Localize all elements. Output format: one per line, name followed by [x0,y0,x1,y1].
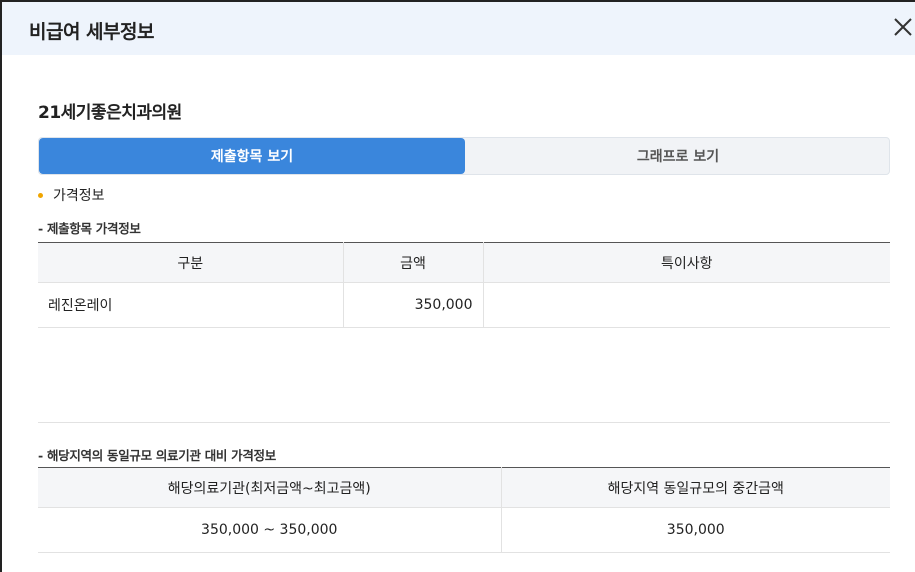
cell-median: 350,000 [500,507,890,553]
section-title-label: 가격정보 [53,188,105,204]
bullet-icon [38,192,43,198]
table-row: 레진온레이 350,000 [38,282,890,328]
clinic-name: 21세기좋은치과의원 [38,103,182,123]
submitted-price-table: 구분 금액 특이사항 레진온레이 350,000 [38,242,890,328]
cell-category: 레진온레이 [38,282,343,328]
regional-price-table: 해당의료기관(최저금액~최고금액) 해당지역 동일규모의 중간금액 350,00… [38,467,890,553]
tab-submitted-items[interactable]: 제출항목 보기 [39,138,465,174]
close-button[interactable] [892,16,915,40]
regional-price-heading: - 해당지역의 동일규모 의료기관 대비 가격정보 [38,448,276,463]
cell-amount: 350,000 [342,282,483,328]
table-header-row: 구분 금액 특이사항 [38,242,890,283]
close-icon [894,18,912,36]
column-header-amount: 금액 [342,242,483,283]
column-header-median: 해당지역 동일규모의 중간금액 [500,467,890,508]
column-header-note: 특이사항 [482,242,890,283]
table-header-row: 해당의료기관(최저금액~최고금액) 해당지역 동일규모의 중간금액 [38,467,890,508]
cell-range: 350,000 ~ 350,000 [38,507,501,553]
cell-note [482,282,890,328]
submitted-price-heading: - 제출항목 가격정보 [38,221,141,236]
modal-header: 비급여 세부정보 [2,2,915,55]
tab-graph-view[interactable]: 그래프로 보기 [465,138,889,174]
view-tabs: 제출항목 보기 그래프로 보기 [38,137,890,175]
section-divider [38,422,890,423]
detail-modal: 비급여 세부정보 21세기좋은치과의원 제출항목 보기 그래프로 보기 가격정보… [0,0,915,572]
section-title: 가격정보 [38,185,105,205]
modal-title: 비급여 세부정보 [29,21,154,43]
column-header-category: 구분 [38,242,343,283]
column-header-range: 해당의료기관(최저금액~최고금액) [38,467,501,508]
table-row: 350,000 ~ 350,000 350,000 [38,507,890,553]
